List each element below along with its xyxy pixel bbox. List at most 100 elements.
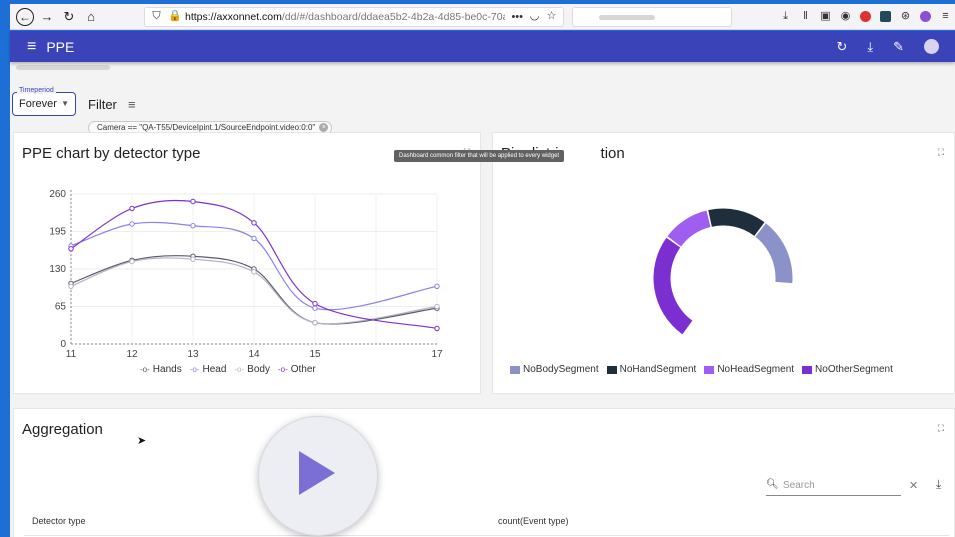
video-play-button[interactable]: [258, 416, 378, 536]
refresh-icon[interactable]: ↻: [836, 39, 847, 55]
dashboard-content: Timeperiod Forever ▼ Filter ≡ Camera == …: [10, 62, 955, 537]
legend-item-noheadsegment[interactable]: NoHeadSegment: [704, 364, 794, 375]
data-point-head: [190, 223, 196, 229]
x-tick-label: 13: [187, 349, 199, 360]
filter-chip-text: Camera == "QA-T55/DeviceIpint.1/SourceEn…: [97, 123, 316, 132]
timeperiod-select[interactable]: Timeperiod Forever ▼: [12, 87, 76, 116]
data-point-head: [312, 305, 318, 311]
chip-remove-icon[interactable]: ×: [319, 123, 329, 132]
legend-label: NoOtherSegment: [815, 364, 893, 375]
library-icon[interactable]: ‖: [800, 11, 811, 22]
legend-item-nohandsegment[interactable]: NoHandSegment: [606, 364, 697, 375]
legend-item-noothersegment[interactable]: NoOtherSegment: [802, 364, 893, 375]
filter-icon[interactable]: ≡: [128, 97, 136, 112]
timeperiod-label: Timeperiod: [17, 87, 56, 94]
aggregation-title: Aggregation: [22, 421, 103, 438]
x-tick-label: 12: [126, 349, 138, 360]
table-divider: [24, 535, 949, 536]
data-point-body: [251, 269, 257, 275]
download-icon[interactable]: ⤓: [780, 11, 791, 22]
reload-icon[interactable]: ↻: [60, 8, 78, 26]
shield-icon: ⛉: [152, 10, 161, 22]
donut-slice-noothersegment: [653, 237, 693, 335]
download-icon[interactable]: ⤓: [867, 39, 873, 55]
sidebar-icon[interactable]: ▣: [820, 11, 831, 22]
hamburger-menu-icon[interactable]: ≡: [27, 38, 36, 56]
legend-label: Body: [247, 364, 270, 375]
data-point-head: [434, 283, 440, 290]
data-point-head: [129, 221, 135, 227]
timeperiod-value: Forever: [19, 98, 57, 110]
edit-icon[interactable]: ✎: [893, 39, 904, 55]
filter-label[interactable]: Filter: [88, 97, 117, 112]
y-tick-label: 65: [55, 302, 67, 313]
forward-icon[interactable]: →: [38, 8, 56, 26]
menu-icon[interactable]: ≡: [940, 11, 951, 22]
legend-item-head[interactable]: -o- Head: [190, 364, 227, 375]
data-point-body: [312, 319, 318, 326]
extension-icon[interactable]: [880, 11, 891, 22]
account-icon[interactable]: ◉: [840, 11, 851, 22]
aggregation-card: Aggregation ⛶ 🔍︎ Search ✕ ⤓ Detector typ…: [13, 408, 955, 537]
adblock-icon[interactable]: [860, 11, 871, 22]
data-point-body: [129, 258, 135, 265]
mouse-cursor-icon: ➤: [137, 435, 147, 447]
y-tick-label: 260: [49, 189, 66, 200]
search-icon: 🔍︎: [766, 479, 779, 490]
extension-icon-2[interactable]: ⊛: [900, 11, 911, 22]
donut-slice-nohandsegment: [708, 208, 765, 236]
download-icon[interactable]: ⤓: [936, 477, 941, 492]
lock-icon: 🔒: [168, 10, 182, 22]
data-point-other: [312, 300, 318, 307]
column-header-detector-type[interactable]: Detector type: [32, 516, 86, 526]
pie-chart: [653, 208, 793, 335]
legend-swatch: [606, 365, 617, 374]
x-tick-label: 11: [66, 349, 77, 360]
back-icon[interactable]: ←: [16, 7, 34, 26]
search-input[interactable]: 🔍︎ Search: [766, 476, 901, 496]
data-point-body: [68, 283, 74, 290]
data-point-other: [251, 220, 257, 226]
legend-swatch: [510, 365, 520, 374]
x-tick-label: 14: [248, 349, 260, 360]
legend-label: NoHandSegment: [619, 364, 697, 375]
data-point-other: [68, 246, 74, 252]
pie-chart-legend: NoBodySegment NoHandSegment NoHeadSegment N…: [510, 364, 893, 375]
legend-item-nobodysegment[interactable]: NoBodySegment: [510, 364, 599, 375]
legend-label: Other: [290, 364, 316, 375]
column-header-count[interactable]: count(Event type): [498, 516, 569, 526]
data-point-other: [434, 325, 440, 332]
more-menu-icon[interactable]: •••: [511, 11, 523, 23]
y-tick-label: 195: [49, 227, 66, 238]
url-bar[interactable]: ⛉ 🔒 https://axxonnet.com/dd/#/dashboard/…: [144, 6, 564, 27]
legend-swatch: [802, 365, 813, 374]
legend-item-body[interactable]: -o- Body: [234, 364, 270, 375]
app-title: PPE: [46, 38, 75, 55]
expand-icon[interactable]: ⛶: [938, 423, 944, 434]
app-header: ≡ PPE ↻ ⤓ ✎: [10, 31, 955, 62]
pocket-icon[interactable]: ◡: [529, 11, 540, 22]
pie-chart-card: Pie distrition ⛶ NoBodySegmentNoHandSegm…: [492, 132, 955, 394]
browser-search-input[interactable]: [572, 6, 732, 27]
extension-icon-3[interactable]: [920, 11, 931, 22]
legend-label: Head: [202, 364, 227, 375]
y-tick-label: 130: [49, 264, 66, 275]
legend-marker: -o-: [189, 365, 200, 374]
line-chart-card: PPE chart by detector type ⛶ 06513019526…: [13, 132, 481, 394]
browser-toolbar: ← → ↻ ⌂ ⛉ 🔒 https://axxonnet.com/dd/#/da…: [10, 4, 955, 30]
data-point-other: [190, 198, 196, 205]
legend-item-hands[interactable]: -o- Hands: [140, 364, 182, 375]
line-chart: 06513019526011 12 13 14 15 17: [49, 189, 443, 360]
data-point-body: [434, 303, 440, 310]
legend-marker: -o-: [234, 365, 245, 374]
avatar[interactable]: [924, 39, 939, 54]
clear-search-icon[interactable]: ✕: [909, 479, 918, 492]
filter-tooltip: Dashboard common filter that will be app…: [394, 150, 565, 162]
data-point-head: [251, 235, 257, 242]
legend-item-other[interactable]: -o- Other: [278, 364, 316, 375]
bookmark-star-icon[interactable]: ☆: [546, 11, 557, 22]
caret-down-icon: ▼: [61, 99, 69, 108]
line-chart-legend: -o- Hands -o- Head -o- Body -o- Other: [140, 364, 316, 375]
url-text: https://axxonnet.com/dd/#/dashboard/ddae…: [185, 10, 506, 23]
home-icon[interactable]: ⌂: [82, 8, 100, 26]
